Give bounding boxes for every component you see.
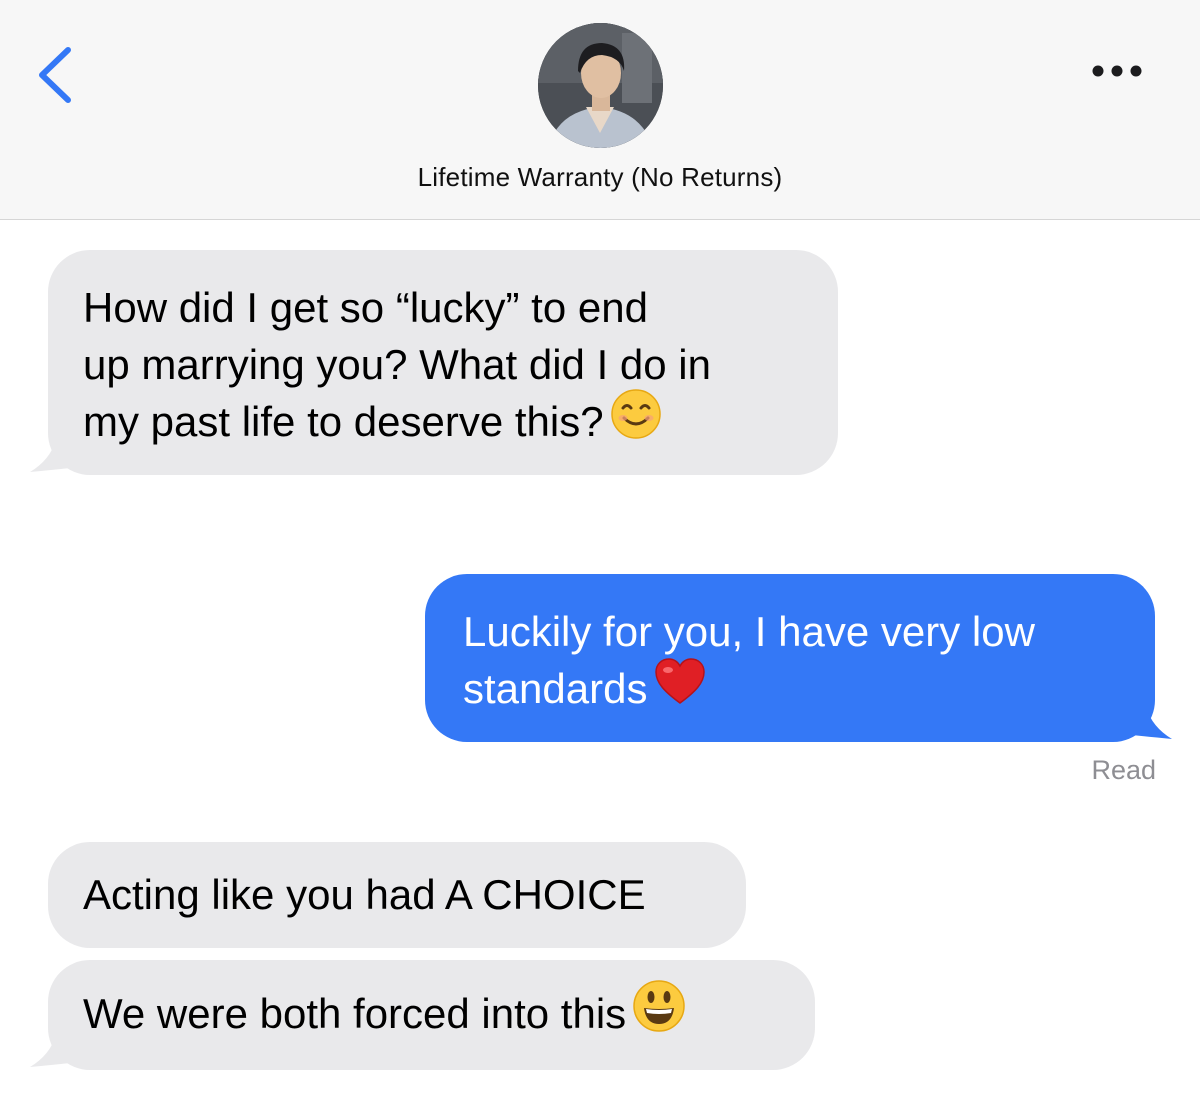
conversation-header: Lifetime Warranty (No Returns) — [0, 0, 1200, 220]
contact-name[interactable]: Lifetime Warranty (No Returns) — [0, 162, 1200, 193]
contact-avatar[interactable] — [538, 23, 663, 148]
red-heart-emoji — [653, 656, 707, 720]
message-text: Acting like you had A CHOICE — [83, 871, 646, 918]
back-button[interactable] — [30, 40, 78, 104]
smiling-face-emoji — [610, 388, 662, 454]
read-receipt: Read — [1091, 755, 1156, 785]
chevron-left-icon — [39, 47, 71, 103]
ellipsis-icon — [1092, 65, 1142, 77]
message-thread: How did I get so “lucky” to end up marry… — [0, 220, 1200, 1106]
outgoing-message-bubble[interactable]: Luckily for you, I have very low standar… — [425, 574, 1155, 742]
grinning-face-emoji — [632, 979, 686, 1047]
incoming-message-bubble[interactable]: How did I get so “lucky” to end up marry… — [48, 250, 838, 475]
message-text: Luckily for you, I have very low standar… — [463, 608, 1035, 712]
more-options-button[interactable] — [1082, 56, 1152, 86]
message-text: We were both forced into this — [83, 990, 627, 1037]
incoming-message-bubble[interactable]: We were both forced into this — [48, 960, 815, 1070]
incoming-message-bubble[interactable]: Acting like you had A CHOICE — [48, 842, 746, 948]
avatar-photo — [538, 23, 663, 148]
